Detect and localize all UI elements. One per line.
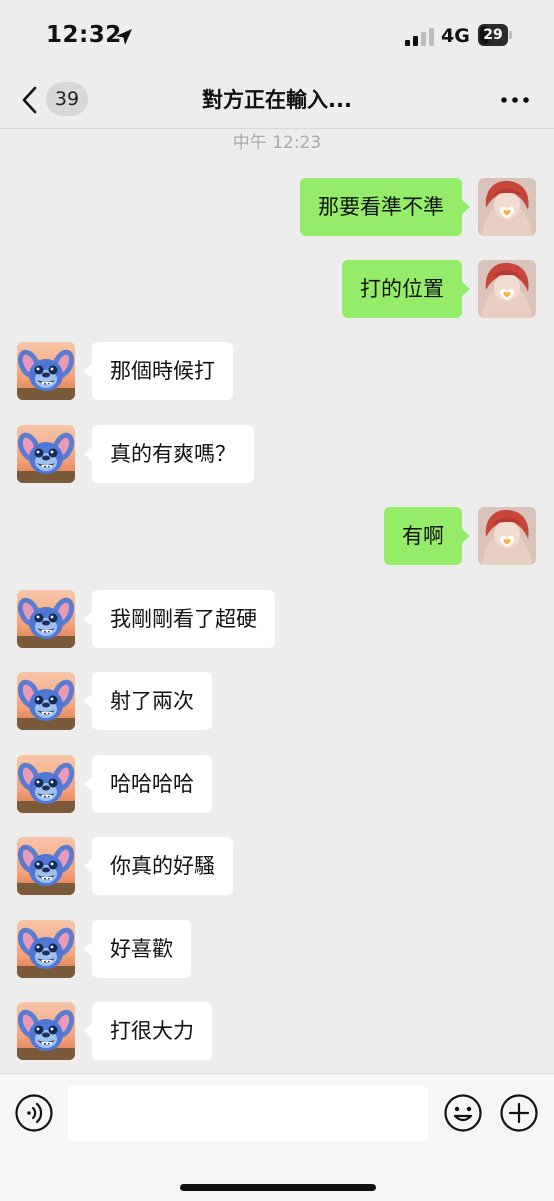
contact-avatar[interactable] <box>17 342 75 400</box>
battery-level: 29 <box>483 27 503 43</box>
battery-cap <box>509 31 512 39</box>
home-indicator <box>180 1184 376 1191</box>
emoji-icon[interactable] <box>443 1093 483 1133</box>
signal-icon <box>405 28 434 46</box>
battery-indicator: 29 <box>478 24 514 46</box>
message-timestamp: 中午 12:23 <box>232 133 322 153</box>
contact-avatar[interactable] <box>17 672 75 730</box>
incoming-message: 我剛剛看了超硬 <box>0 590 554 650</box>
input-bar <box>0 1073 554 1201</box>
contact-avatar[interactable] <box>17 590 75 648</box>
unread-count-badge[interactable]: 39 <box>46 82 88 116</box>
location-arrow-icon <box>116 29 132 45</box>
status-bar: 12:32 4G 29 <box>0 0 554 74</box>
incoming-message: 你真的好騷 <box>0 837 554 897</box>
incoming-message: 打很大力 <box>0 1002 554 1062</box>
chat-header: 39 對方正在輸入... <box>0 74 554 129</box>
contact-avatar[interactable] <box>17 920 75 978</box>
incoming-message: 好喜歡 <box>0 920 554 980</box>
my-avatar[interactable] <box>478 260 536 318</box>
chevron-left-icon[interactable] <box>18 84 42 116</box>
my-avatar[interactable] <box>478 507 536 565</box>
contact-avatar[interactable] <box>17 755 75 813</box>
message-bubble[interactable]: 那要看準不準 <box>300 178 470 236</box>
status-time: 12:32 <box>46 22 122 48</box>
message-bubble[interactable]: 真的有爽嗎？ <box>84 425 254 483</box>
message-bubble[interactable]: 有啊 <box>384 507 470 565</box>
incoming-message: 真的有爽嗎？ <box>0 425 554 485</box>
incoming-message: 那個時候打 <box>0 342 554 402</box>
contact-avatar[interactable] <box>17 837 75 895</box>
message-bubble[interactable]: 我剛剛看了超硬 <box>84 590 275 648</box>
message-input[interactable] <box>68 1085 428 1141</box>
contact-avatar[interactable] <box>17 425 75 483</box>
plus-icon[interactable] <box>499 1093 539 1133</box>
incoming-message: 哈哈哈哈 <box>0 755 554 815</box>
outgoing-message: 有啊 <box>0 507 554 567</box>
message-bubble[interactable]: 打的位置 <box>342 260 470 318</box>
my-avatar[interactable] <box>478 178 536 236</box>
incoming-message: 射了兩次 <box>0 672 554 732</box>
outgoing-message: 那要看準不準 <box>0 178 554 238</box>
more-dots-icon[interactable] <box>498 90 532 110</box>
outgoing-message: 打的位置 <box>0 260 554 320</box>
network-type: 4G <box>441 25 470 47</box>
message-bubble[interactable]: 射了兩次 <box>84 672 212 730</box>
message-bubble[interactable]: 好喜歡 <box>84 920 191 978</box>
voice-icon[interactable] <box>14 1093 54 1133</box>
message-bubble[interactable]: 那個時候打 <box>84 342 233 400</box>
message-bubble[interactable]: 打很大力 <box>84 1002 212 1060</box>
contact-avatar[interactable] <box>17 1002 75 1060</box>
chat-title: 對方正在輸入... <box>202 88 352 112</box>
message-bubble[interactable]: 你真的好騷 <box>84 837 233 895</box>
message-bubble[interactable]: 哈哈哈哈 <box>84 755 212 813</box>
